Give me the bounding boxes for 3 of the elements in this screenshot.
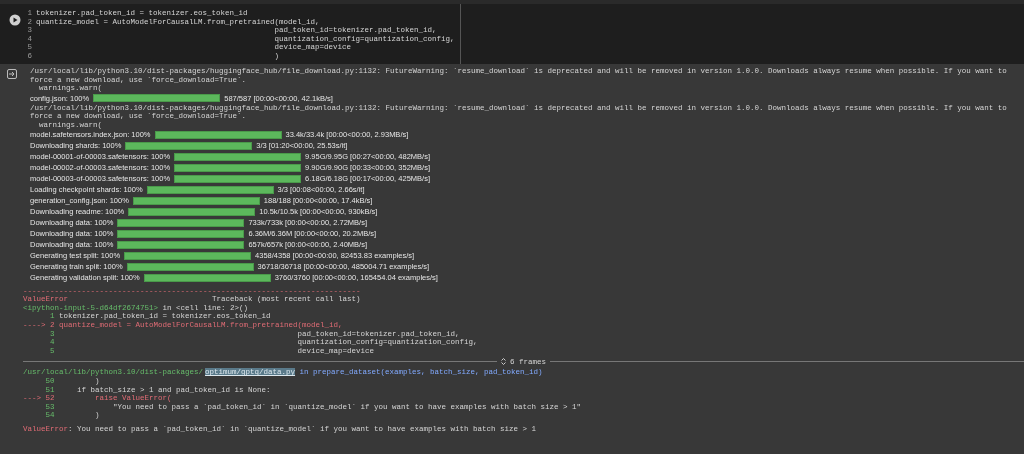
chevron-icon: [501, 358, 506, 366]
run-button[interactable]: [9, 14, 21, 26]
output-icon[interactable]: [7, 69, 17, 79]
